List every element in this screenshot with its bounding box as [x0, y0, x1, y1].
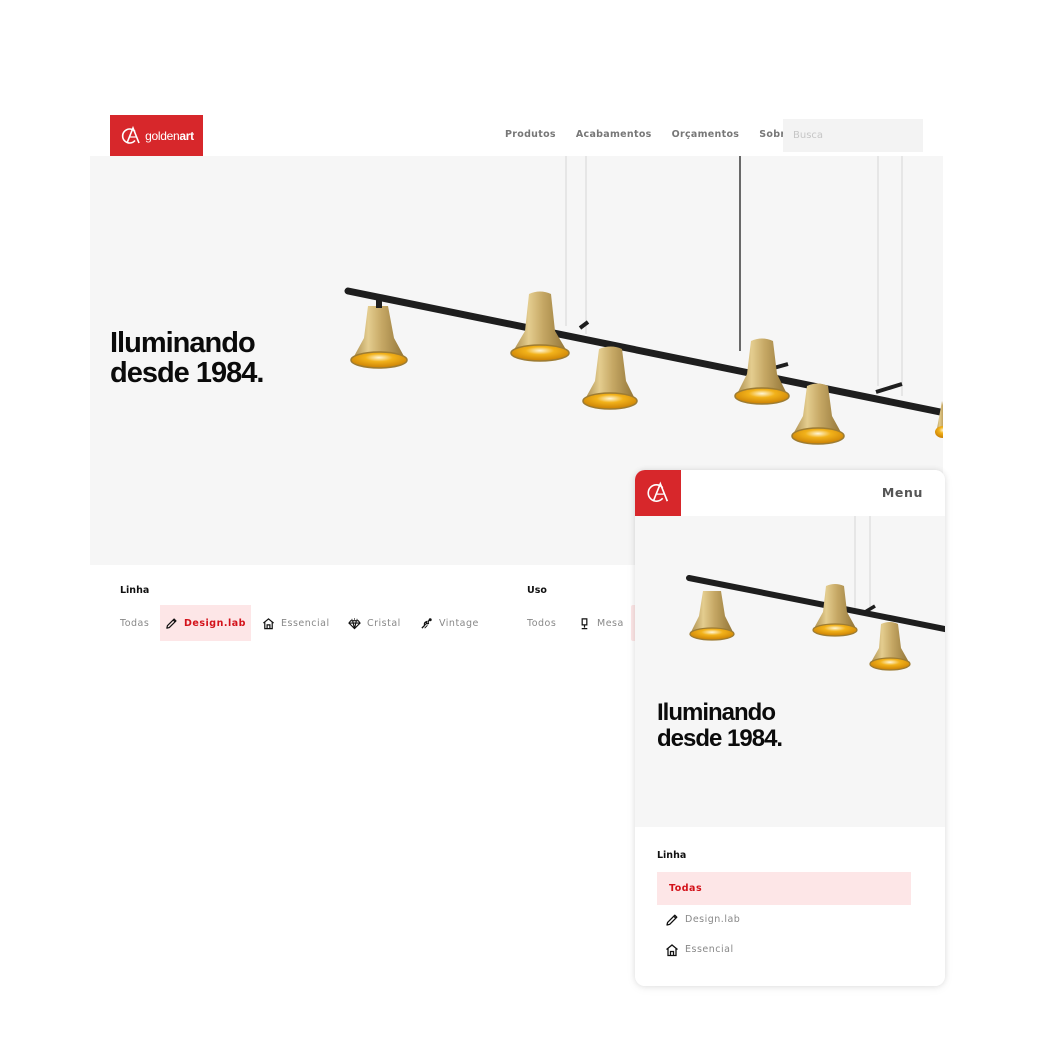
hero-title-line2: desde 1984. [657, 725, 783, 752]
chip-label: Cristal [367, 617, 401, 629]
list-item-design-lab[interactable]: Design.lab [657, 903, 911, 936]
goldenart-monogram-icon [121, 125, 140, 144]
main-nav: Produtos Acabamentos Orçamentos Sobre [505, 129, 792, 140]
table-lamp-icon [581, 617, 588, 629]
pendant-lamp-image [686, 516, 945, 671]
chip-label: Vintage [439, 617, 479, 629]
list-item-todas[interactable]: Todas [657, 872, 911, 905]
list-item-label: Essencial [685, 944, 734, 955]
chip-cristal[interactable]: Cristal [348, 605, 401, 641]
pencil-icon [166, 617, 177, 629]
hero-title-line1: Iluminando [657, 699, 776, 726]
mobile-hero-banner: Iluminando desde 1984. [635, 516, 945, 827]
menu-button[interactable]: Menu [882, 485, 923, 500]
chip-label: Todas [120, 617, 150, 629]
brand-wordmark: goldenart [145, 128, 194, 143]
brand-logo[interactable]: goldenart [110, 115, 203, 156]
mobile-brand-logo[interactable] [635, 470, 681, 516]
mobile-hero-title: Iluminando desde 1984. [657, 699, 783, 752]
filter-label-linha: Linha [120, 585, 150, 596]
filter-label-uso: Uso [527, 585, 547, 596]
diamond-icon [348, 617, 361, 629]
hero-title: Iluminando desde 1984. [110, 327, 264, 389]
chip-vintage[interactable]: Vintage [420, 605, 479, 641]
house-icon [666, 943, 678, 956]
nav-item-acabamentos[interactable]: Acabamentos [576, 129, 652, 140]
chip-essencial[interactable]: Essencial [262, 605, 330, 641]
chip-todas[interactable]: Todas [120, 605, 149, 641]
list-item-essencial[interactable]: Essencial [657, 933, 911, 966]
house-icon [263, 617, 274, 629]
search-input[interactable] [783, 119, 923, 152]
mobile-filter-panel: Linha Todas Design.lab Essencial [635, 827, 945, 986]
mobile-header: Menu [635, 470, 945, 516]
list-item-label: Todas [669, 883, 703, 894]
chip-label: Todos [527, 617, 557, 629]
site-header: goldenart Produtos Acabamentos Orçamento… [90, 115, 943, 156]
filter-label-linha: Linha [657, 850, 687, 861]
chip-todos[interactable]: Todos [527, 605, 556, 641]
chip-mesa[interactable]: Mesa [578, 605, 624, 641]
chip-label: Essencial [281, 617, 330, 629]
hero-title-line1: Iluminando [110, 327, 256, 359]
filament-icon [421, 617, 432, 629]
nav-item-orcamentos[interactable]: Orçamentos [672, 129, 740, 140]
nav-item-produtos[interactable]: Produtos [505, 129, 556, 140]
goldenart-monogram-icon [647, 481, 669, 502]
pencil-icon [666, 914, 678, 926]
chip-label: Mesa [597, 617, 624, 629]
hero-title-line2: desde 1984. [110, 357, 264, 389]
mobile-mockup: Menu Iluminandodesde 1984. Linha Todas [635, 470, 945, 986]
chip-label: Design.lab [184, 617, 246, 629]
list-item-label: Design.lab [685, 914, 741, 925]
chip-design-lab[interactable]: Design.lab [160, 605, 251, 641]
